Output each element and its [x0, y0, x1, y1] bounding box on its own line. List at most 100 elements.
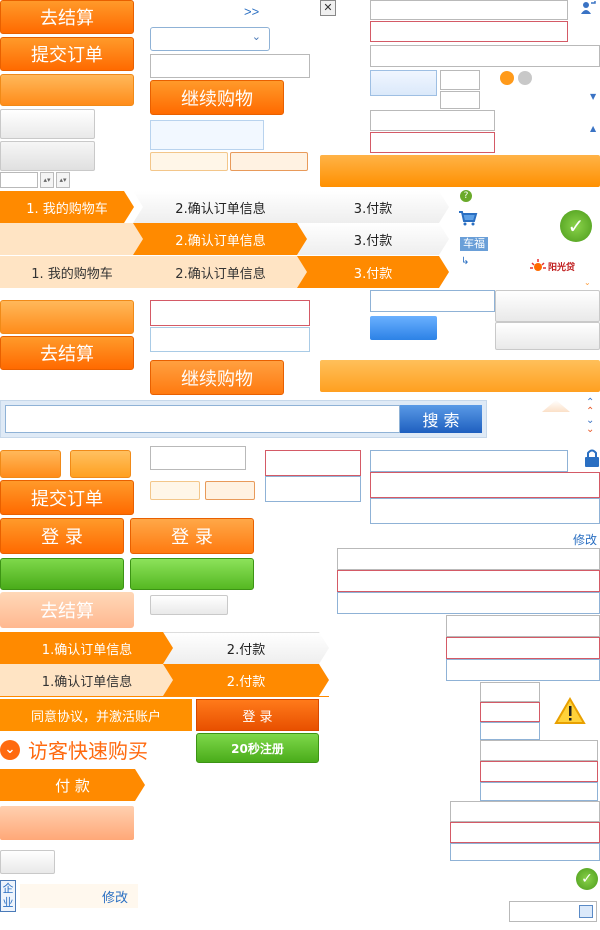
right-input-8[interactable]	[337, 592, 600, 614]
right-input-11[interactable]	[480, 740, 598, 761]
mid-input-2[interactable]	[265, 476, 361, 502]
sun-logo: 阳光贷	[530, 256, 594, 276]
right-input-14[interactable]	[450, 843, 600, 861]
step-pay: 2.付款	[163, 632, 329, 664]
right-input-error-5[interactable]	[480, 761, 598, 782]
right-input-wide[interactable]	[370, 45, 600, 67]
dot-orange[interactable]	[500, 71, 514, 85]
cart-icon[interactable]	[458, 210, 478, 226]
user-icon[interactable]	[580, 0, 596, 16]
small-input-3[interactable]	[480, 682, 540, 702]
triangle-down-icon[interactable]: ▼	[590, 92, 596, 101]
step-label: 2.确认订单信息	[175, 201, 266, 217]
submit-order-button[interactable]: 提交订单	[0, 37, 134, 71]
close-icon[interactable]: ✕	[320, 0, 336, 16]
search-input[interactable]	[5, 405, 400, 433]
triangle-up-icon[interactable]: ▲	[590, 124, 596, 133]
small-text-input[interactable]	[150, 446, 246, 470]
right-input-error-4[interactable]	[446, 637, 600, 659]
quantity-decrement[interactable]: ▴▾	[40, 172, 54, 188]
green-button[interactable]	[0, 558, 124, 590]
right-input-4[interactable]	[370, 290, 495, 312]
double-right-icon[interactable]: >>	[244, 4, 259, 19]
right-input-10[interactable]	[446, 659, 600, 681]
search-button[interactable]: 搜 索	[400, 405, 482, 433]
submit-order-label: 提交订单	[31, 488, 103, 510]
step-pay: 3.付款	[297, 191, 449, 223]
wide-orange-bar[interactable]	[320, 155, 600, 187]
right-input-1[interactable]	[370, 0, 568, 20]
select-dropdown[interactable]: ⌄	[150, 27, 270, 51]
gray-button-4[interactable]	[150, 595, 228, 615]
right-input-12[interactable]	[480, 782, 598, 801]
checkout-button[interactable]: 去结算	[0, 0, 134, 34]
small-input-2[interactable]	[440, 91, 480, 109]
login-button-small[interactable]: 登 录	[196, 699, 319, 731]
step-label: 3.付款	[353, 266, 393, 282]
login-button[interactable]: 登 录	[0, 518, 124, 554]
pale-tab-small[interactable]	[150, 481, 200, 500]
pale-tab-small-active[interactable]	[205, 481, 255, 500]
mid-input[interactable]	[150, 327, 310, 352]
blue-small-button[interactable]	[370, 70, 437, 96]
return-arrow-icon: ↳	[461, 256, 470, 267]
mid-input-error[interactable]	[150, 300, 310, 326]
gray-button-3[interactable]	[495, 322, 600, 350]
small-input-error[interactable]	[480, 702, 540, 722]
step-pay-active: 2.付款	[163, 664, 329, 696]
logo-text: 阳光贷	[548, 262, 576, 273]
blank-orange-button[interactable]	[0, 74, 134, 106]
guest-buy-link[interactable]: ⌄ 访客快速购买	[0, 735, 148, 764]
right-input-13[interactable]	[450, 801, 600, 822]
mid-input-error-2[interactable]	[265, 450, 361, 476]
agree-activate-button[interactable]: 同意协议，并激活账户	[0, 699, 192, 731]
small-input-4[interactable]	[480, 722, 540, 740]
right-input-5[interactable]	[370, 450, 568, 472]
modify-link[interactable]: 修改	[573, 531, 597, 548]
right-input-3[interactable]	[370, 110, 495, 131]
gray-button-5[interactable]	[0, 850, 55, 874]
gray-button-2[interactable]	[495, 290, 600, 322]
light-blue-input[interactable]	[150, 120, 264, 150]
gray-button[interactable]	[0, 109, 95, 139]
pale-tab[interactable]	[150, 152, 228, 171]
quantity-increment[interactable]: ▴▾	[56, 172, 70, 188]
small-input-1[interactable]	[440, 70, 480, 90]
small-orange-button[interactable]	[0, 450, 61, 478]
checkout-button-2[interactable]: 去结算	[0, 336, 134, 370]
pay-button[interactable]: 付 款	[0, 769, 145, 801]
right-input-error-3[interactable]	[337, 570, 600, 592]
date-input[interactable]	[509, 901, 597, 922]
help-icon[interactable]: ?	[460, 190, 472, 202]
right-input-7[interactable]	[337, 548, 600, 570]
continue-shopping-button-2[interactable]: 继续购物	[150, 360, 284, 395]
calendar-icon[interactable]	[579, 905, 593, 918]
dot-gray[interactable]	[518, 71, 532, 85]
green-button-hover[interactable]	[130, 558, 254, 590]
right-input-3-error[interactable]	[370, 132, 495, 153]
blank-orange-button-2[interactable]	[0, 300, 134, 334]
blue-button[interactable]	[370, 316, 437, 340]
small-orange-button-2[interactable]	[70, 450, 131, 478]
register-button[interactable]: 20秒注册	[196, 733, 319, 763]
step-pay-active: 3.付款	[297, 256, 449, 288]
right-input-error-2[interactable]	[370, 472, 600, 498]
step-cart-done: 1. 我的购物车	[0, 256, 144, 288]
wide-orange-bar-2[interactable]	[320, 360, 600, 392]
submit-order-button-2[interactable]: 提交订单	[0, 480, 134, 515]
continue-shopping-button[interactable]: 继续购物	[150, 80, 284, 115]
chevrons-icon[interactable]: ⌃ ⌃ ⌄ ⌄	[586, 398, 594, 435]
step-confirm-done: 1.确认订单信息	[0, 664, 174, 696]
right-input-error[interactable]	[370, 21, 568, 42]
pale-tab-active[interactable]	[230, 152, 308, 171]
enterprise-tab[interactable]: 企业	[0, 880, 16, 912]
modify-link[interactable]: 修改	[102, 887, 128, 906]
pale-orange-bar	[0, 806, 134, 840]
right-input-6[interactable]	[370, 498, 600, 524]
right-input-error-6[interactable]	[450, 822, 600, 843]
right-input-9[interactable]	[446, 615, 600, 637]
gray-button-hover[interactable]	[0, 141, 95, 171]
text-input[interactable]	[150, 54, 310, 78]
quantity-field[interactable]	[0, 172, 38, 188]
login-button-hover[interactable]: 登 录	[130, 518, 254, 554]
